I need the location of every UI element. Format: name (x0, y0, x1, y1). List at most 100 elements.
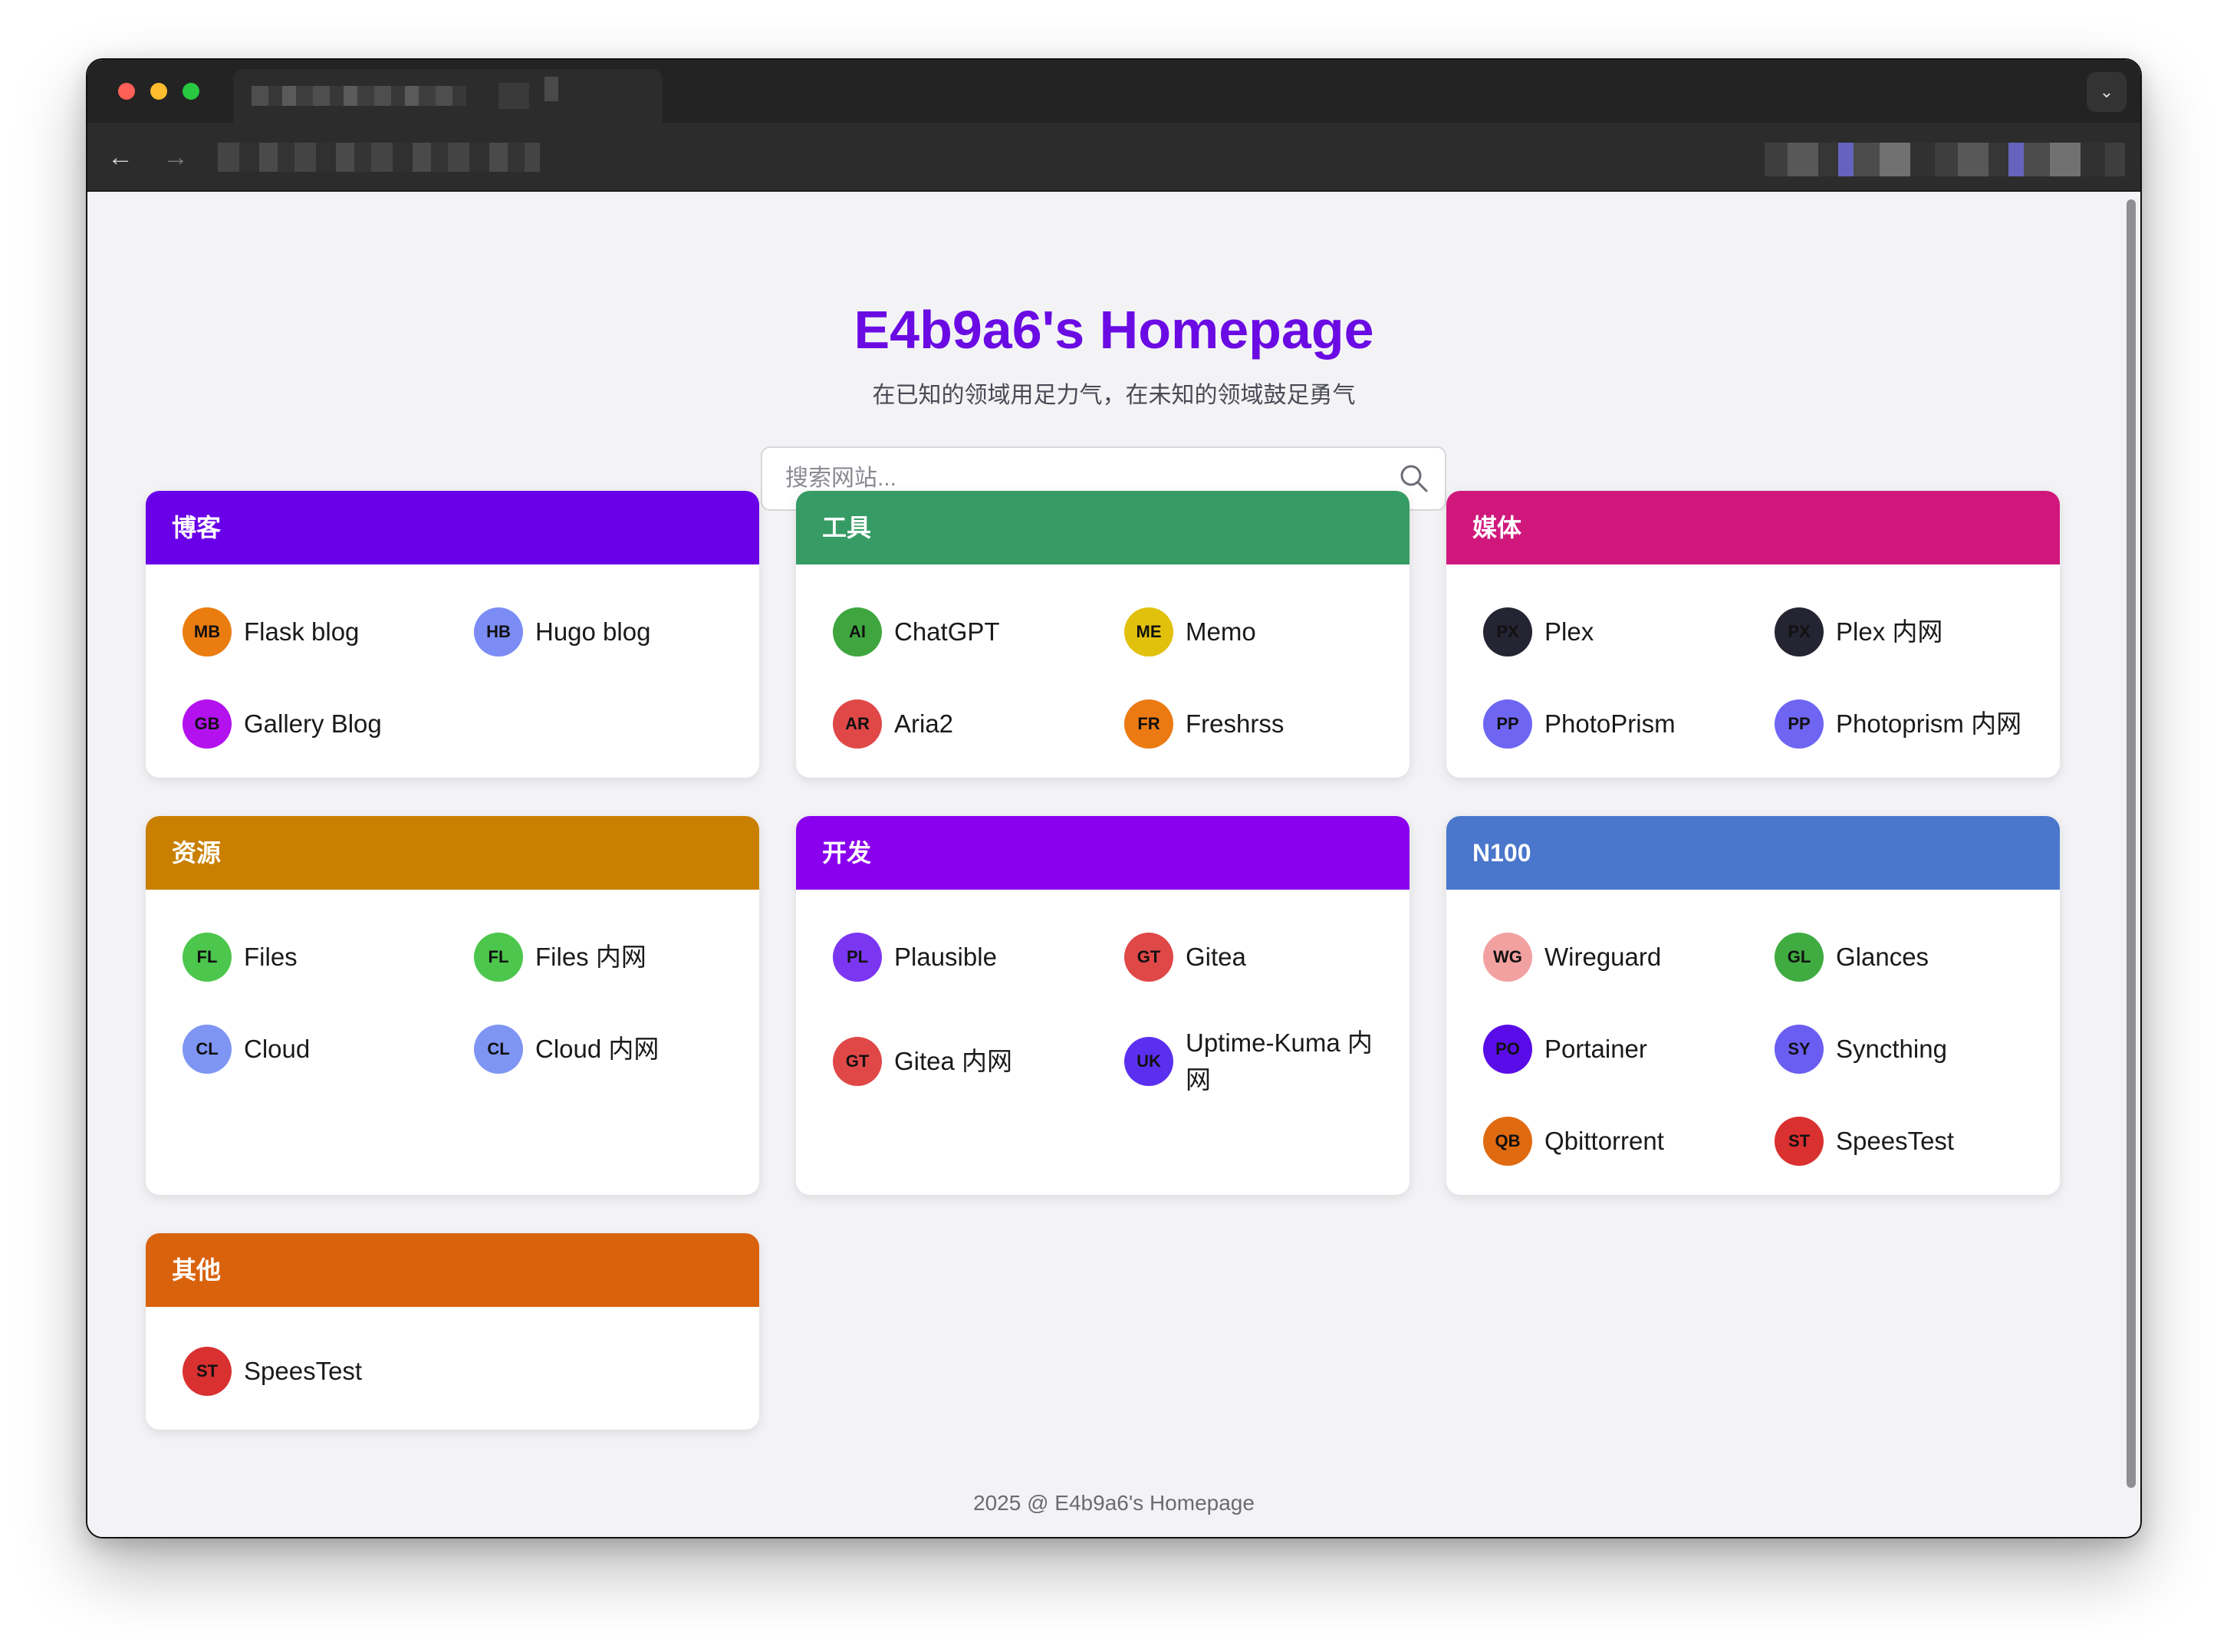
category-header: 博客 (146, 491, 759, 564)
chevron-down-icon[interactable]: ⌄ (2087, 72, 2127, 112)
avatar: HB (474, 607, 523, 657)
link-item[interactable]: FL Files (183, 926, 436, 988)
link-item[interactable]: PP PhotoPrism (1483, 693, 1736, 755)
link-label: Files 内网 (535, 943, 646, 971)
link-item[interactable]: ST SpeesTest (1775, 1111, 2028, 1172)
new-tab-button[interactable] (544, 77, 558, 101)
link-item[interactable]: AR Aria2 (833, 693, 1086, 755)
link-item[interactable]: ME Memo (1124, 601, 1377, 663)
link-item[interactable]: HB Hugo blog (474, 601, 727, 663)
avatar: GT (833, 1037, 882, 1086)
search-icon[interactable] (1397, 462, 1431, 495)
category-header: 媒体 (1446, 491, 2060, 564)
address-bar-redacted[interactable] (218, 143, 540, 172)
link-item[interactable]: SY Syncthing (1775, 1019, 2028, 1080)
avatar: GB (183, 699, 232, 749)
link-label: Freshrss (1186, 709, 1285, 738)
link-item[interactable]: GT Gitea 内网 (833, 1031, 1086, 1092)
link-item[interactable]: QB Qbittorrent (1483, 1111, 1736, 1172)
link-label: Flask blog (244, 617, 360, 646)
browser-toolbar: ← → (87, 123, 2140, 192)
category-card-dev: 开发 PL Plausible GT Gitea GT Gitea 内网 UK … (796, 816, 1410, 1195)
avatar: AR (833, 699, 882, 749)
link-label: Qbittorrent (1544, 1127, 1664, 1155)
link-label: Syncthing (1836, 1035, 1947, 1063)
avatar: PX (1775, 607, 1824, 657)
link-item[interactable]: ST SpeesTest (183, 1341, 436, 1402)
title-bar: ⌄ (87, 60, 2140, 123)
link-label: SpeesTest (244, 1357, 363, 1385)
page-footer: 2025 @ E4b9a6's Homepage (973, 1491, 1255, 1515)
avatar: PO (1483, 1025, 1532, 1074)
link-item[interactable]: PL Plausible (833, 926, 1086, 988)
link-item[interactable]: FL Files 内网 (474, 926, 727, 988)
link-item[interactable]: FR Freshrss (1124, 693, 1377, 755)
avatar: QB (1483, 1117, 1532, 1166)
category-card-other: 其他 ST SpeesTest (146, 1233, 759, 1430)
link-label: Wireguard (1544, 943, 1662, 971)
link-item[interactable]: PP Photoprism 内网 (1775, 693, 2028, 755)
forward-arrow-icon[interactable]: → (158, 140, 193, 175)
avatar: PP (1483, 699, 1532, 749)
avatar: PP (1775, 699, 1824, 749)
avatar: GL (1775, 933, 1824, 982)
page-title: E4b9a6's Homepage (854, 300, 1374, 360)
link-label: Portainer (1544, 1035, 1647, 1063)
link-label: ChatGPT (894, 617, 1000, 646)
minimize-window-button[interactable] (150, 83, 167, 100)
page-subtitle: 在已知的领域用足力气，在未知的领域鼓足勇气 (872, 383, 1356, 408)
avatar: UK (1124, 1037, 1173, 1086)
link-label: Plex (1544, 617, 1594, 646)
link-item[interactable]: GT Gitea (1124, 926, 1377, 988)
link-label: Plex 内网 (1836, 617, 1943, 646)
close-window-button[interactable] (118, 83, 135, 100)
avatar: CL (183, 1025, 232, 1074)
link-label: Glances (1836, 943, 1929, 971)
category-card-resources: 资源 FL Files FL Files 内网 CL Cloud CL Clou… (146, 816, 759, 1195)
link-item[interactable]: AI ChatGPT (833, 601, 1086, 663)
avatar: MB (183, 607, 232, 657)
category-header: 工具 (796, 491, 1410, 564)
category-card-media: 媒体 PX Plex PX Plex 内网 PP PhotoPrism PP P… (1446, 491, 2060, 778)
link-item[interactable]: UK Uptime-Kuma 内网 (1124, 1028, 1377, 1094)
avatar: GT (1124, 933, 1173, 982)
link-label: Memo (1186, 617, 1256, 646)
tab-title-redacted (252, 86, 466, 106)
avatar: FR (1124, 699, 1173, 749)
browser-tab[interactable] (233, 69, 663, 123)
browser-window: ⌄ ← → E4b9a6's Homepage 在已知的领域用足力气，在未知的领… (86, 58, 2142, 1538)
avatar: FL (183, 933, 232, 982)
category-header: 资源 (146, 816, 759, 890)
link-item[interactable]: GL Glances (1775, 926, 2028, 988)
tab-icon-redacted (498, 83, 529, 109)
link-label: PhotoPrism (1544, 709, 1676, 738)
link-item[interactable]: WG Wireguard (1483, 926, 1736, 988)
link-item[interactable]: CL Cloud 内网 (474, 1019, 727, 1080)
link-item[interactable]: MB Flask blog (183, 601, 436, 663)
category-card-n100: N100 WG Wireguard GL Glances PO Portaine… (1446, 816, 2060, 1195)
avatar: SY (1775, 1025, 1824, 1074)
link-label: Plausible (894, 943, 997, 971)
avatar: PX (1483, 607, 1532, 657)
avatar: ST (1775, 1117, 1824, 1166)
back-arrow-icon[interactable]: ← (103, 140, 138, 175)
category-card-tools: 工具 AI ChatGPT ME Memo AR Aria2 FR Freshr… (796, 491, 1410, 778)
link-label: Gitea 内网 (894, 1047, 1013, 1075)
link-label: SpeesTest (1836, 1127, 1955, 1155)
avatar: ME (1124, 607, 1173, 657)
link-label: Files (244, 943, 298, 971)
extension-icons-redacted[interactable] (1765, 143, 2125, 176)
link-label: Photoprism 内网 (1836, 709, 2022, 738)
link-item[interactable]: CL Cloud (183, 1019, 436, 1080)
link-label: Cloud 内网 (535, 1035, 660, 1063)
link-item[interactable]: GB Gallery Blog (183, 693, 436, 755)
maximize-window-button[interactable] (183, 83, 199, 100)
link-label: Gallery Blog (244, 709, 382, 738)
avatar: FL (474, 933, 523, 982)
link-item[interactable]: PX Plex (1483, 601, 1736, 663)
link-item[interactable]: PX Plex 内网 (1775, 601, 2028, 663)
link-label: Hugo blog (535, 617, 651, 646)
link-item[interactable]: PO Portainer (1483, 1019, 1736, 1080)
avatar: AI (833, 607, 882, 657)
category-header: 其他 (146, 1233, 759, 1307)
